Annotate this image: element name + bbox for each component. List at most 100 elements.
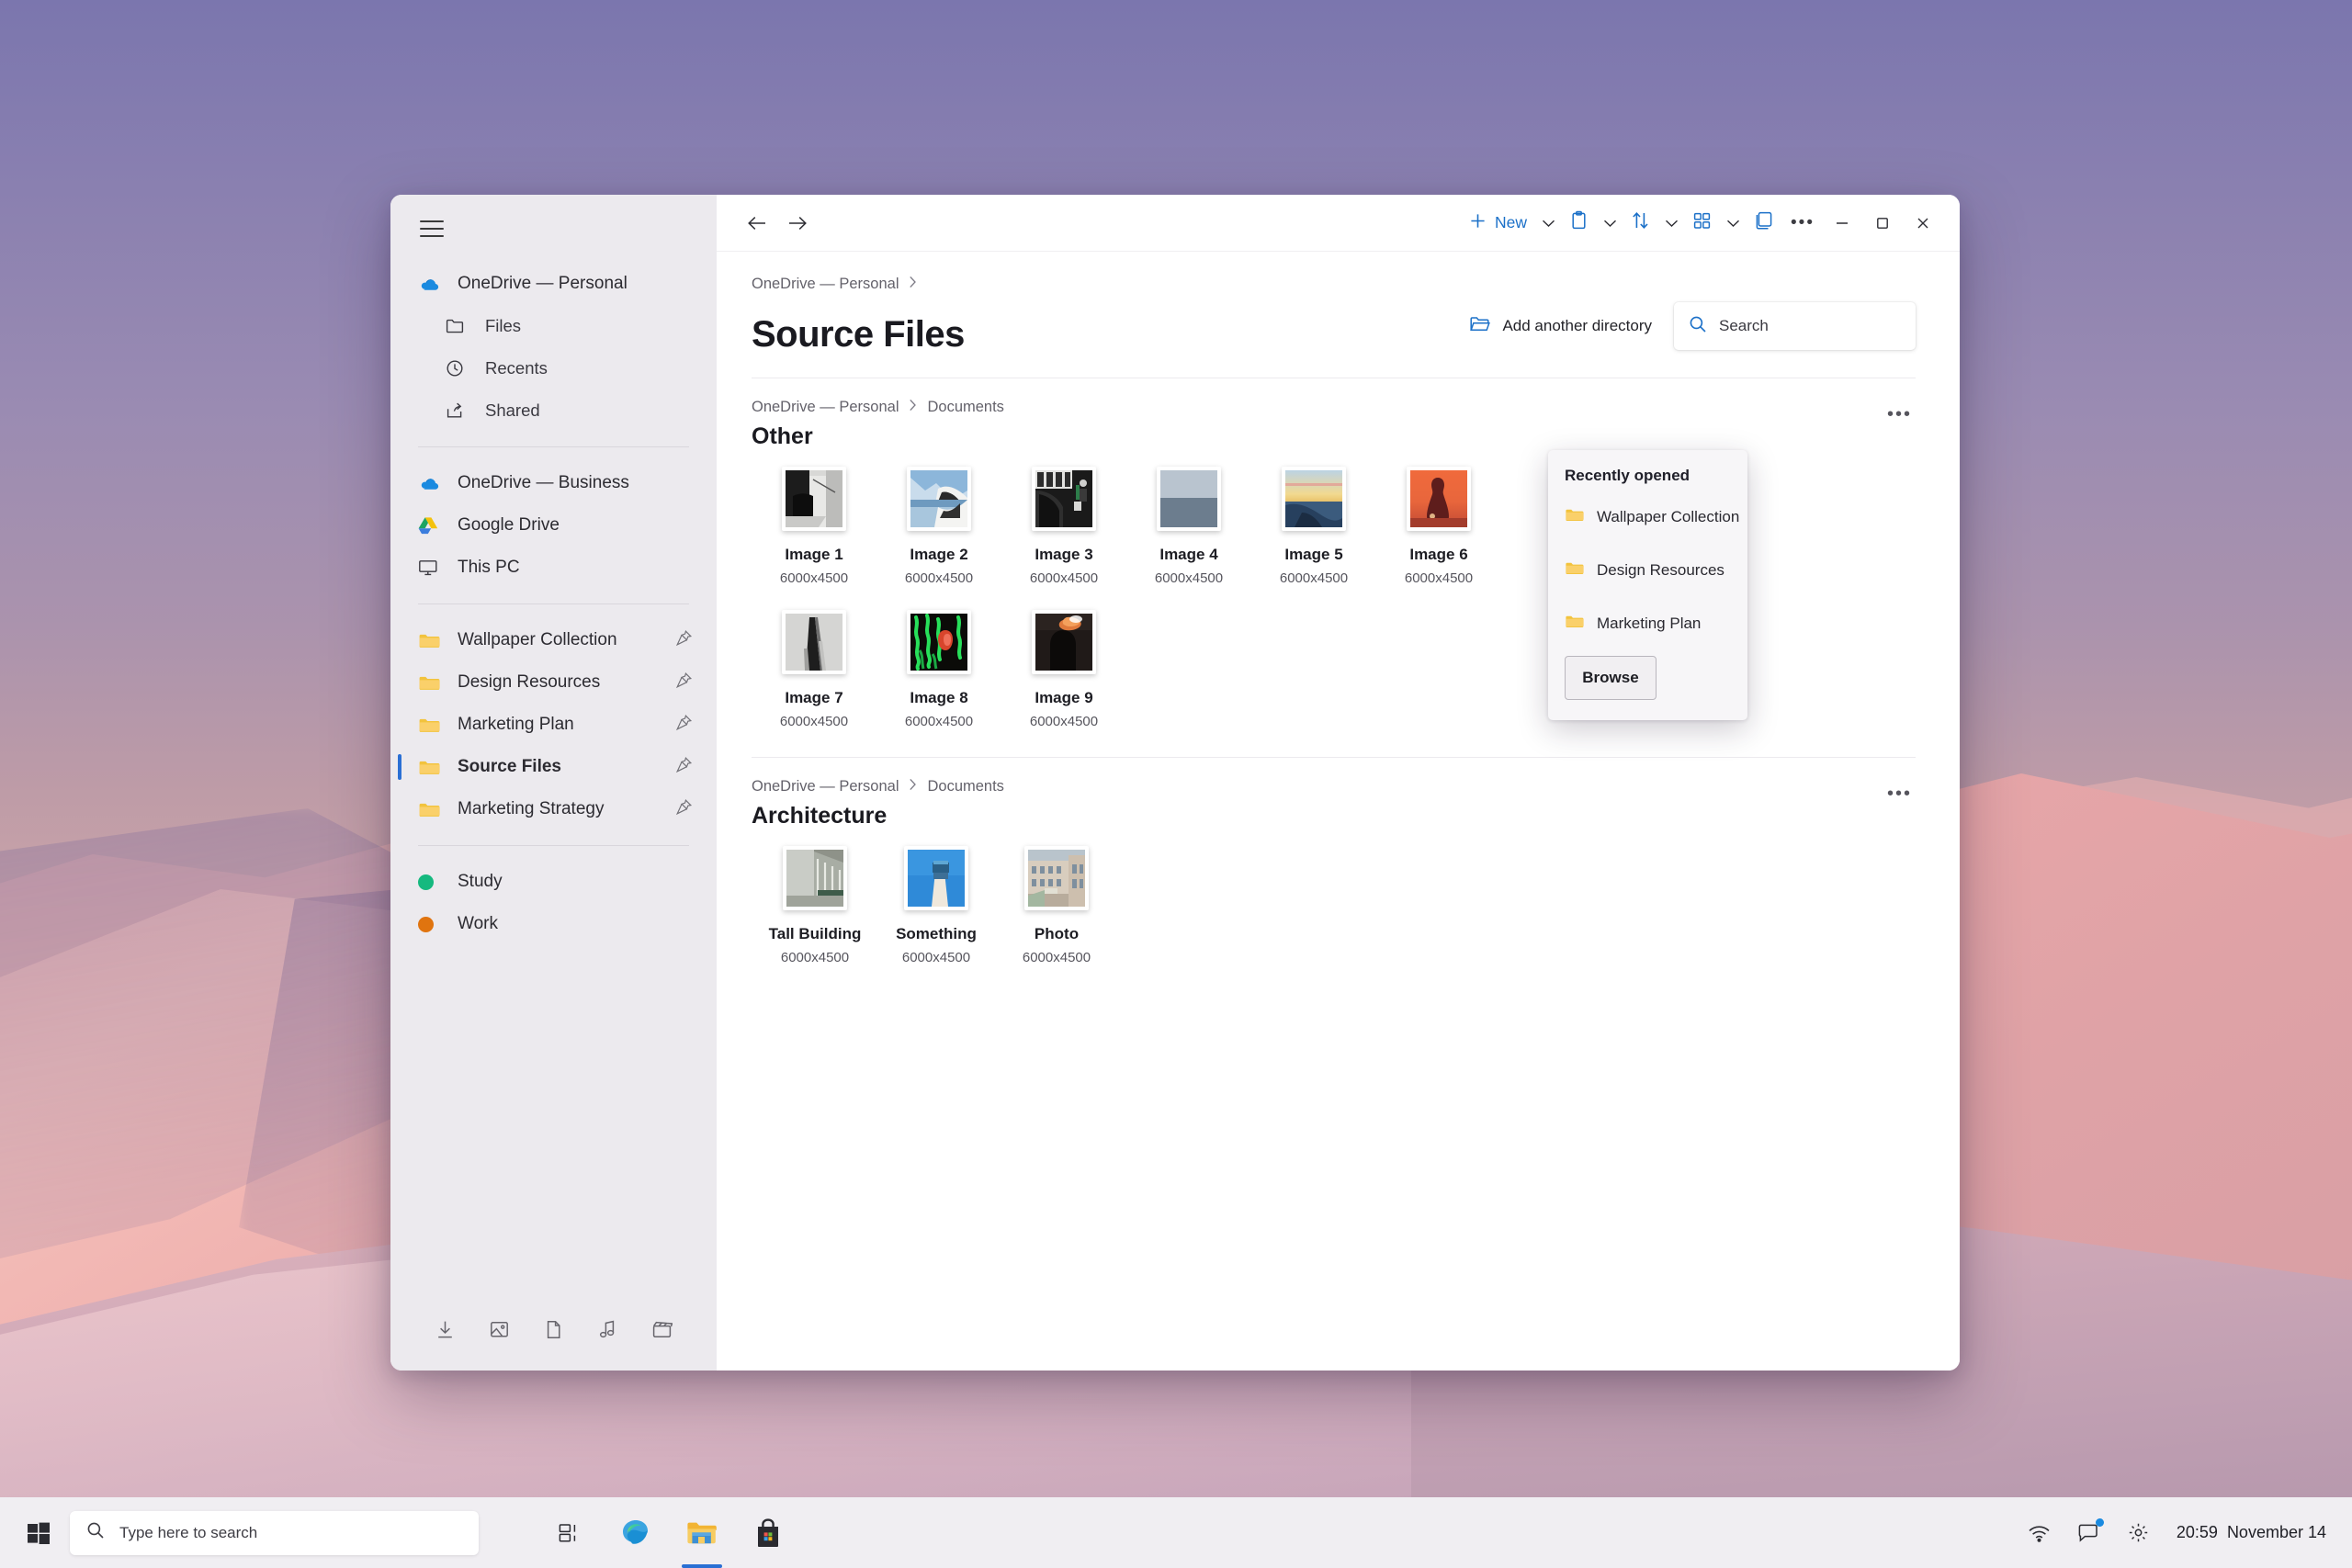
popup-item-marketing-plan[interactable]: Marketing Plan	[1548, 597, 1747, 650]
sort-button[interactable]	[1622, 205, 1659, 242]
sidebar-item-design-resources[interactable]: Design Resources	[390, 661, 717, 704]
task-view-icon[interactable]	[543, 1506, 596, 1560]
maximize-button[interactable]	[1862, 205, 1903, 242]
popup-item-design-resources[interactable]: Design Resources	[1548, 544, 1747, 597]
sidebar-item-study[interactable]: Study	[390, 861, 717, 903]
clock[interactable]: 20:59 November 14	[2177, 1523, 2326, 1542]
recently-opened-popup: Recently opened Wallpaper Collection Des…	[1548, 450, 1747, 720]
file-dimensions: 6000x4500	[1023, 950, 1091, 965]
sidebar-item-onedrive-business[interactable]: OneDrive — Business	[390, 462, 717, 504]
sidebar-item-shared[interactable]: Shared	[390, 389, 717, 432]
sidebar-item-label: Study	[458, 872, 503, 892]
file-tile[interactable]: Image 1 6000x4500	[752, 467, 876, 586]
breadcrumb-item[interactable]: OneDrive — Personal	[752, 778, 899, 795]
more-options-button[interactable]: •••	[1783, 205, 1822, 242]
sidebar-divider	[418, 845, 689, 846]
sidebar-item-wallpaper-collection[interactable]: Wallpaper Collection	[390, 619, 717, 661]
file-grid: Tall Building 6000x4500 Something 6000x4…	[752, 846, 1916, 965]
hamburger-icon[interactable]	[420, 220, 444, 237]
chevron-right-icon	[909, 276, 917, 293]
add-another-directory-button[interactable]: Add another directory	[1454, 306, 1667, 346]
details-panel-button[interactable]	[1745, 205, 1783, 242]
sidebar-item-files[interactable]: Files	[390, 305, 717, 347]
file-tile[interactable]: Image 9 6000x4500	[1001, 610, 1126, 729]
popup-item-wallpaper-collection[interactable]: Wallpaper Collection	[1548, 491, 1747, 544]
taskbar-search-input[interactable]: Type here to search	[70, 1511, 479, 1555]
sidebar-item-google-drive[interactable]: Google Drive	[390, 504, 717, 547]
pin-icon[interactable]	[675, 798, 693, 821]
file-tile[interactable]: Image 7 6000x4500	[752, 610, 876, 729]
search-icon	[1689, 315, 1707, 338]
settings-gear-icon[interactable]	[2114, 1507, 2164, 1559]
section-breadcrumb: OneDrive — Personal Documents	[752, 778, 1004, 795]
file-tile[interactable]: Image 2 6000x4500	[876, 467, 1001, 586]
wifi-icon[interactable]	[2015, 1507, 2064, 1559]
sidebar-item-label: Work	[458, 914, 498, 934]
chevron-down-icon[interactable]	[1721, 205, 1745, 242]
sidebar-item-marketing-strategy[interactable]: Marketing Strategy	[390, 788, 717, 830]
sidebar-item-marketing-plan[interactable]: Marketing Plan	[390, 704, 717, 746]
sidebar-item-source-files[interactable]: Source Files	[390, 746, 717, 788]
folder-icon	[418, 632, 444, 649]
file-tile[interactable]: Image 3 6000x4500	[1001, 467, 1126, 586]
pin-icon[interactable]	[675, 671, 693, 694]
content-area: OneDrive — Personal Documents Other •••	[717, 378, 1960, 1371]
file-tile[interactable]: Something 6000x4500	[878, 846, 994, 965]
file-dimensions: 6000x4500	[1280, 570, 1348, 586]
back-button[interactable]	[737, 205, 777, 242]
file-tile[interactable]: Photo 6000x4500	[994, 846, 1119, 965]
close-button[interactable]	[1903, 205, 1943, 242]
view-button[interactable]	[1683, 205, 1721, 242]
search-icon	[86, 1521, 105, 1544]
minimize-button[interactable]	[1822, 205, 1862, 242]
search-input[interactable]: Search	[1674, 302, 1916, 350]
file-tile[interactable]: Image 6 6000x4500	[1376, 467, 1501, 586]
system-tray: 20:59 November 14	[2015, 1507, 2352, 1559]
new-button[interactable]: New	[1460, 205, 1536, 242]
sidebar-item-this-pc[interactable]: This PC	[390, 547, 717, 589]
pin-icon[interactable]	[675, 714, 693, 737]
paste-button[interactable]	[1560, 205, 1598, 242]
browse-button[interactable]: Browse	[1565, 656, 1657, 700]
section-more-button[interactable]: •••	[1883, 778, 1916, 810]
breadcrumb-item[interactable]: Documents	[927, 399, 1003, 416]
sidebar-item-label: Recents	[485, 358, 548, 378]
sidebar-item-onedrive-personal[interactable]: OneDrive — Personal	[390, 263, 717, 305]
file-dimensions: 6000x4500	[1030, 714, 1098, 729]
music-note-icon[interactable]	[597, 1319, 618, 1345]
breadcrumb-item[interactable]: OneDrive — Personal	[752, 276, 899, 293]
file-tile[interactable]: Image 4 6000x4500	[1126, 467, 1251, 586]
chevron-down-icon[interactable]	[1536, 205, 1560, 242]
document-icon[interactable]	[543, 1319, 564, 1345]
clock-time: 20:59	[2177, 1523, 2218, 1541]
sidebar-item-work[interactable]: Work	[390, 903, 717, 945]
pin-icon[interactable]	[675, 756, 693, 779]
file-explorer-icon[interactable]	[675, 1506, 729, 1560]
pin-icon[interactable]	[675, 629, 693, 652]
chat-icon[interactable]	[2064, 1507, 2114, 1559]
clipboard-icon	[1569, 210, 1589, 235]
video-clapper-icon[interactable]	[651, 1319, 673, 1345]
search-placeholder: Search	[1719, 317, 1769, 335]
breadcrumb-item[interactable]: Documents	[927, 778, 1003, 795]
file-name: Photo	[1035, 925, 1079, 943]
image-icon[interactable]	[489, 1319, 510, 1345]
thumbnail	[1160, 470, 1217, 527]
file-tile[interactable]: Image 8 6000x4500	[876, 610, 1001, 729]
popup-item-label: Design Resources	[1597, 561, 1724, 580]
microsoft-store-icon[interactable]	[741, 1506, 795, 1560]
edge-icon[interactable]	[609, 1506, 662, 1560]
chevron-down-icon[interactable]	[1659, 205, 1683, 242]
plus-icon	[1469, 212, 1487, 234]
chevron-down-icon[interactable]	[1598, 205, 1622, 242]
sidebar-item-recents[interactable]: Recents	[390, 347, 717, 389]
forward-button[interactable]	[777, 205, 818, 242]
download-icon[interactable]	[435, 1319, 456, 1345]
sort-button-group	[1622, 205, 1683, 242]
file-tile[interactable]: Tall Building 6000x4500	[752, 846, 878, 965]
start-button[interactable]	[13, 1507, 64, 1559]
dot-icon	[418, 917, 444, 932]
section-more-button[interactable]: •••	[1883, 399, 1916, 431]
breadcrumb-item[interactable]: OneDrive — Personal	[752, 399, 899, 416]
file-tile[interactable]: Image 5 6000x4500	[1251, 467, 1376, 586]
